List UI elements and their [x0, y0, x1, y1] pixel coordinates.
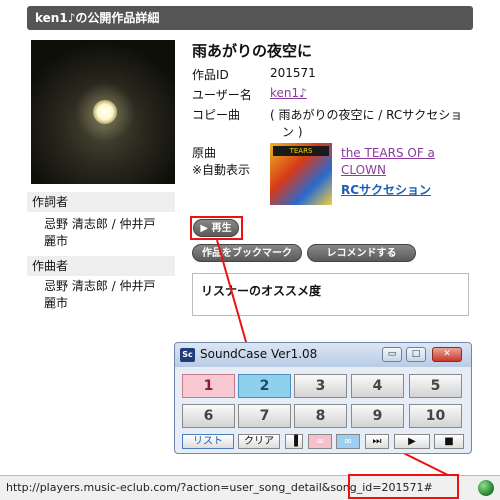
loop-red-icon[interactable]: ∞ — [308, 434, 332, 449]
volume-icon[interactable]: ▐ — [285, 434, 303, 449]
loop-blue-icon[interactable]: ∞ — [336, 434, 360, 449]
slot-3-button[interactable]: 3 — [294, 374, 347, 398]
slot-4-button[interactable]: 4 — [351, 374, 404, 398]
slot-7-button[interactable]: 7 — [238, 404, 291, 428]
soundcase-titlebar[interactable]: Sc SoundCase Ver1.08 ▭ □ ✕ — [175, 343, 471, 367]
soundcase-title: SoundCase Ver1.08 — [200, 347, 318, 361]
slot-6-button[interactable]: 6 — [182, 404, 235, 428]
slot-5-button[interactable]: 5 — [409, 374, 462, 398]
slot-1-button[interactable]: 1 — [182, 374, 235, 398]
maximize-icon[interactable]: □ — [406, 347, 426, 362]
minimize-icon[interactable]: ▭ — [382, 347, 402, 362]
globe-icon — [478, 480, 494, 496]
slot-8-button[interactable]: 8 — [294, 404, 347, 428]
slot-9-button[interactable]: 9 — [351, 404, 404, 428]
url-highlight-box — [348, 474, 459, 499]
next-track-icon[interactable]: ⏭ — [365, 434, 389, 449]
stop-icon[interactable]: ■ — [434, 434, 464, 449]
close-icon[interactable]: ✕ — [432, 347, 462, 362]
clear-button[interactable]: クリア — [238, 434, 280, 449]
slot-2-button[interactable]: 2 — [238, 374, 291, 398]
play-icon[interactable]: ▶ — [394, 434, 430, 449]
slot-10-button[interactable]: 10 — [409, 404, 462, 428]
list-button[interactable]: リスト — [182, 434, 234, 449]
soundcase-logo-icon: Sc — [180, 348, 195, 362]
